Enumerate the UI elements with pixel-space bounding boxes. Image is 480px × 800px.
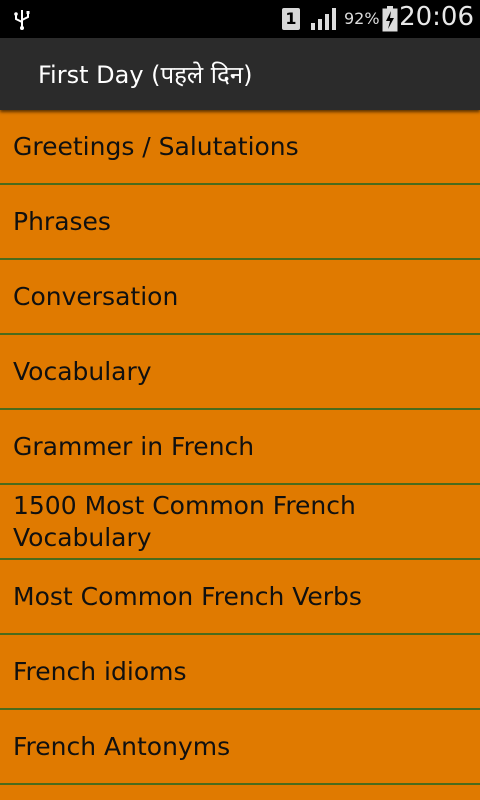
menu-item-label: Conversation [13, 281, 179, 311]
menu-item-label: Greetings / Salutations [13, 131, 299, 161]
menu-item-label: Most Common French Verbs [13, 581, 362, 611]
sim-slot-badge: 1 [282, 8, 300, 30]
page-title: First Day (पहले दिन) [38, 61, 253, 89]
usb-icon [8, 5, 36, 33]
signal-strength-icon [310, 7, 338, 31]
menu-item-label: Grammer in French [13, 431, 255, 461]
menu-item-conversation[interactable]: Conversation [0, 260, 480, 335]
battery-percent: 92% [344, 9, 380, 28]
menu-item-label: French Antonyms [13, 731, 231, 761]
menu-item-greetings[interactable]: Greetings / Salutations [0, 110, 480, 185]
menu-item-phrases[interactable]: Phrases [0, 185, 480, 260]
menu-item-label: Vocabulary [13, 356, 152, 386]
menu-item-label: 1500 Most Common French Vocabulary [13, 490, 356, 552]
menu-item-idioms[interactable]: French idioms [0, 635, 480, 710]
menu-item-vocabulary[interactable]: Vocabulary [0, 335, 480, 410]
clock: 20:06 [399, 2, 474, 32]
menu-item-common-verbs[interactable]: Most Common French Verbs [0, 560, 480, 635]
menu-item-grammar[interactable]: Grammer in French [0, 410, 480, 485]
menu-list: Greetings / Salutations Phrases Conversa… [0, 110, 480, 785]
status-bar: 1 92% 20:06 [0, 0, 480, 38]
action-bar: First Day (पहले दिन) [0, 38, 480, 110]
battery-charging-icon [382, 6, 398, 32]
menu-item-label: French idioms [13, 656, 187, 686]
menu-item-label: Phrases [13, 206, 111, 236]
menu-item-antonyms[interactable]: French Antonyms [0, 710, 480, 785]
menu-item-common-vocabulary[interactable]: 1500 Most Common French Vocabulary [0, 485, 480, 560]
